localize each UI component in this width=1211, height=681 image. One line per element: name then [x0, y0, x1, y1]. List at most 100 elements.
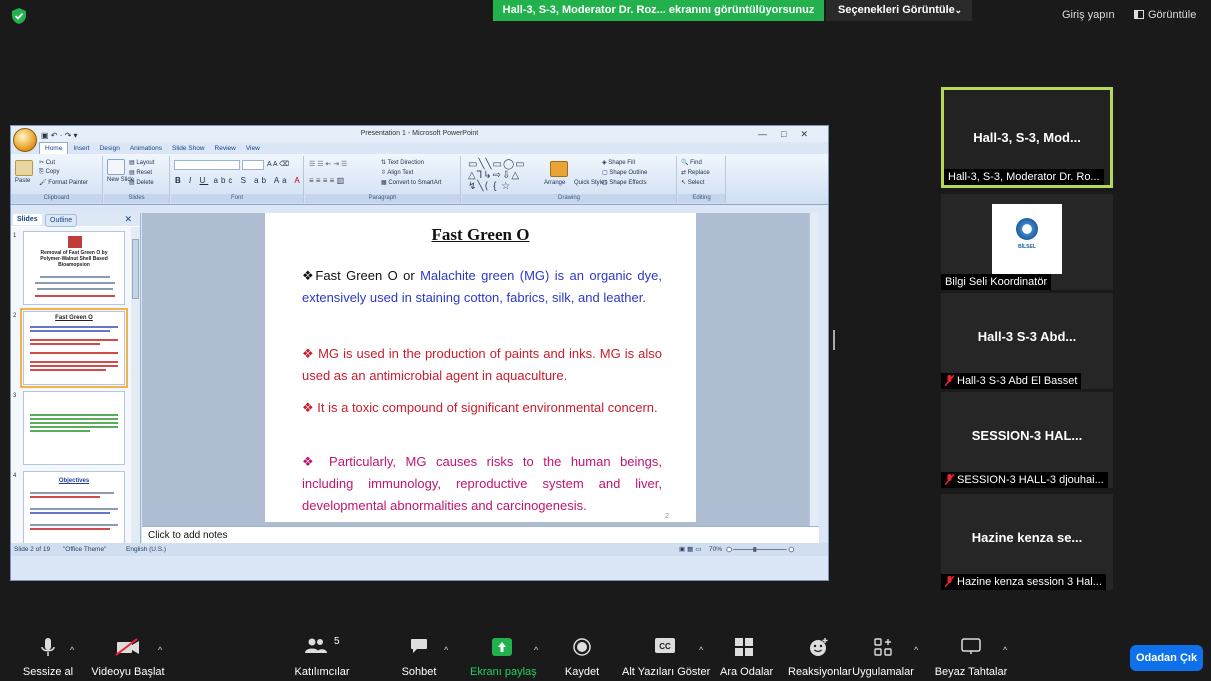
thumb-line [30, 512, 110, 514]
bilsel-logo: BİLSEL [992, 204, 1062, 274]
share-options-caret[interactable]: ^ [534, 645, 538, 655]
list-buttons[interactable]: ☰ ☰ ⇤ ⇥ ☰ [309, 160, 347, 168]
reset-button[interactable]: ▤ Reset [129, 169, 152, 176]
replace-button[interactable]: ⇄ Replace [681, 169, 710, 176]
chat-options-caret[interactable]: ^ [444, 645, 448, 655]
chat-button[interactable]: Sohbet [396, 638, 442, 678]
shield-icon[interactable] [12, 8, 26, 24]
paste-button[interactable]: Paste [15, 178, 30, 184]
shape-effects-button[interactable]: ▢ Shape Effects [602, 179, 647, 186]
mic-muted-icon [945, 576, 954, 587]
mute-button[interactable]: Sessize al [18, 638, 78, 678]
record-button[interactable]: Kaydet [562, 638, 602, 678]
view-options-button[interactable]: Seçenekleri Görüntüle ⌄ [826, 0, 972, 21]
slide-thumbnail-3[interactable] [23, 391, 125, 465]
font-format-buttons[interactable]: B I U abc S ab Aa A [175, 176, 303, 185]
slide-canvas[interactable]: Fast Green O ❖Fast Green O or Malachite … [265, 213, 696, 522]
participant-tile[interactable]: SESSION-3 HAL... SESSION-3 HALL-3 djouha… [941, 392, 1113, 488]
shared-screen[interactable]: ▣ ↶ · ↷ ▾ Presentation 1 - Microsoft Pow… [10, 125, 829, 581]
breakout-rooms-label: Ara Odalar [720, 666, 774, 678]
arrange-icon[interactable] [550, 161, 568, 177]
record-label: Kaydet [564, 666, 600, 678]
whiteboards-button[interactable]: Beyaz Tahtalar [934, 638, 1008, 678]
participant-name-large: SESSION-3 HAL... [971, 428, 1083, 443]
view-buttons[interactable]: ▣▦▭ [679, 543, 703, 556]
chat-label: Sohbet [401, 666, 437, 678]
pane-scrollbar[interactable] [131, 227, 140, 543]
thumb-line [30, 330, 110, 332]
copy-button[interactable]: ⎘ Copy [39, 169, 59, 176]
participants-button[interactable]: 5 Katılımcılar [290, 636, 354, 678]
participant-tile[interactable]: Hazine kenza se... Hazine kenza session … [941, 494, 1113, 590]
slide-thumbnail-1[interactable]: Removal of Fast Green O by Polymer-Walnu… [23, 231, 125, 305]
theme-name: "Office Theme" [63, 546, 107, 553]
slide-thumbnail-4[interactable]: Objectives [23, 471, 125, 543]
shape-fill-label: Shape Fill [608, 160, 635, 166]
format-painter-button[interactable]: 🖌 Format Painter [39, 179, 88, 186]
audio-options-caret[interactable]: ^ [70, 645, 74, 655]
find-button[interactable]: 🔍 Find [681, 159, 702, 166]
align-text-button[interactable]: ⇳ Align Text [381, 169, 413, 176]
share-screen-icon [492, 638, 512, 656]
thumb-line [30, 496, 100, 498]
apps-button[interactable]: Uygulamalar [848, 638, 918, 678]
shape-fill-button[interactable]: ◈ Shape Fill [602, 159, 635, 166]
font-size-box[interactable] [242, 160, 264, 170]
pane-scroll-thumb[interactable] [132, 239, 139, 299]
office-button[interactable] [13, 128, 37, 152]
slides-tab[interactable]: Slides [13, 214, 42, 225]
thumb-line [30, 365, 118, 367]
layout-icon [1134, 10, 1144, 19]
thumb-number: 4 [13, 473, 17, 479]
paste-icon[interactable] [15, 160, 33, 176]
thumb-line [30, 418, 118, 420]
video-options-caret[interactable]: ^ [158, 645, 162, 655]
layout-button[interactable]: ▤ Layout [129, 159, 154, 166]
font-name-box[interactable] [174, 160, 240, 170]
outline-tab[interactable]: Outline [45, 214, 78, 227]
start-video-button[interactable]: Videoyu Başlat [88, 638, 168, 678]
notes-pane[interactable]: Click to add notes [142, 526, 819, 543]
language: English (U.S.) [126, 546, 167, 553]
participant-tile[interactable]: Hall-3 S-3 Abd... Hall-3 S-3 Abd El Bass… [941, 293, 1113, 389]
thumb-number: 2 [13, 313, 17, 319]
slide-thumbnail-2[interactable]: Fast Green O [20, 308, 128, 388]
select-button[interactable]: ↖ Select [681, 179, 704, 186]
sign-in-link[interactable]: Giriş yapın [1062, 9, 1115, 21]
reactions-button[interactable]: Reaksiyonlar [788, 638, 852, 678]
shape-outline-button[interactable]: ▢ Shape Outline [602, 169, 647, 176]
convert-smartart-button[interactable]: ▦ Convert to SmartArt [381, 179, 441, 186]
zoom-level: 70% [709, 546, 723, 553]
mic-muted-icon [945, 375, 954, 386]
participant-caption-text: SESSION-3 HALL-3 djouhai... [957, 474, 1104, 486]
window-controls[interactable]: —□✕ [758, 126, 822, 142]
panel-resize-handle[interactable] [833, 330, 835, 350]
participant-tile[interactable]: BİLSEL Bilgi Seli Koordinatör [941, 194, 1113, 290]
pane-tabs: Slides Outline ✕ [11, 213, 140, 227]
shapes-gallery[interactable]: ▭╲╲▭◯▭ △⅂↳⇨⇩△ ↯╲⟨ { ☆ [468, 159, 526, 192]
close-pane-icon[interactable]: ✕ [120, 214, 136, 225]
apps-options-caret[interactable]: ^ [914, 645, 918, 655]
share-screen-button[interactable]: Ekranı paylaş [470, 638, 537, 678]
zoom-slider[interactable] [726, 546, 796, 553]
captions-button[interactable]: CC Alt Yazıları Göster [622, 638, 710, 678]
arrange-button[interactable]: Arrange [544, 180, 565, 186]
whiteboard-options-caret[interactable]: ^ [1003, 645, 1007, 655]
font-grow-buttons[interactable]: A A ⌫ [267, 160, 289, 168]
cut-button[interactable]: ✂ Cut [39, 159, 55, 166]
text-direction-button[interactable]: ⇅ Text Direction [381, 159, 424, 166]
delete-button[interactable]: ▤ Delete [129, 179, 154, 186]
participant-tile[interactable]: Hall-3, S-3, Mod... Hall-3, S-3, Moderat… [941, 87, 1113, 188]
breakout-rooms-button[interactable]: Ara Odalar [720, 638, 774, 678]
captions-options-caret[interactable]: ^ [699, 645, 703, 655]
align-buttons[interactable]: ≡ ≡ ≡ ≡ ▥ [309, 176, 344, 185]
new-slide-icon[interactable] [107, 159, 125, 175]
view-button[interactable]: Görüntüle [1134, 9, 1196, 21]
slide-scrollbar[interactable] [809, 213, 819, 526]
whiteboards-label: Beyaz Tahtalar [934, 666, 1008, 678]
bullet-1: ❖Fast Green O or Malachite green (MG) is… [302, 265, 662, 309]
slides-group-label: Slides [104, 194, 169, 203]
slide-page-number: 2 [665, 513, 669, 520]
slides-pane: Slides Outline ✕ 1 Removal of Fast Green… [11, 213, 141, 543]
leave-meeting-button[interactable]: Odadan Çık [1130, 645, 1203, 671]
